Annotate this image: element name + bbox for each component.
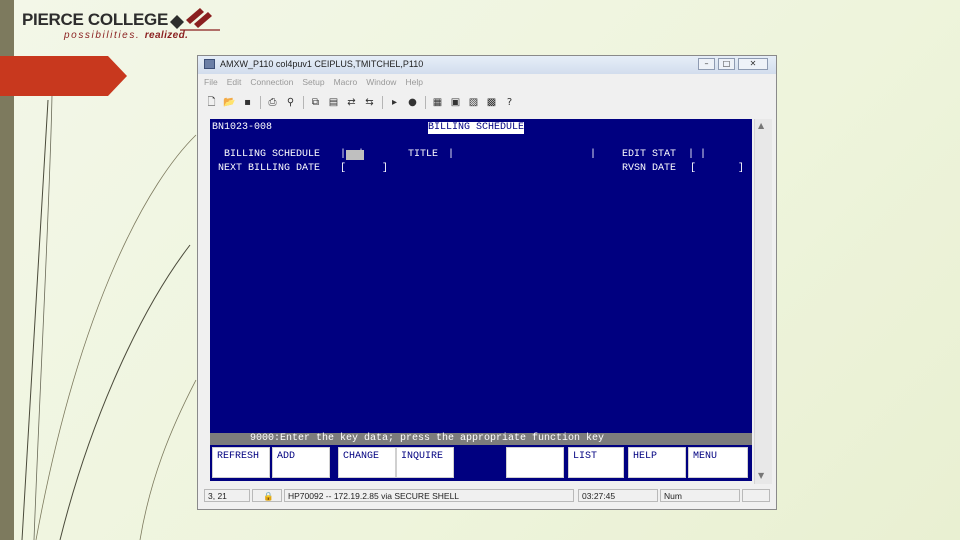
vertical-scrollbar[interactable]: ▲ ▼ (754, 119, 772, 484)
toolbar-separator (425, 95, 426, 109)
function-key-bar: REFRESH ADD CHANGE INQUIRE LIST HELP MEN… (210, 445, 752, 481)
menu-help[interactable]: Help (405, 77, 422, 90)
find-icon[interactable]: ⚲ (283, 96, 298, 109)
fkey-refresh[interactable]: REFRESH (212, 447, 270, 478)
app-icon (204, 59, 215, 69)
toolbar-separator (260, 95, 261, 109)
minimize-button[interactable]: – (698, 58, 715, 70)
next-billing-date-label: NEXT BILLING DATE (218, 163, 321, 174)
toolbar-separator (303, 95, 304, 109)
clock: 03:27:45 (578, 489, 658, 502)
fkey-inquire[interactable]: INQUIRE (396, 447, 454, 478)
logo-mark-icon (170, 8, 220, 31)
settings-icon[interactable]: ▩ (484, 96, 499, 109)
window-titlebar: AMXW_P110 col4puv1 CEIPLUS,TMITCHEL,P110… (198, 56, 776, 74)
fkey-add[interactable]: ADD (272, 447, 330, 478)
menu-bar: File Edit Connection Setup Macro Window … (204, 77, 432, 90)
connection-status: HP70092 -- 172.19.2.85 via SECURE SHELL (284, 489, 574, 502)
billing-schedule-field[interactable] (346, 150, 364, 160)
record-icon[interactable]: ● (405, 96, 420, 109)
new-icon[interactable]: 🗋 (204, 96, 219, 109)
toolbar: 🗋 📂 ▪ ⎙ ⚲ ⧉ ▤ ⇄ ⇆ ▸ ● ▦ ▣ ▧ ▩ ? (204, 93, 520, 111)
rvsn-date-label: RVSN DATE (622, 163, 677, 174)
paste-icon[interactable]: ▤ (326, 96, 341, 109)
edit-stat-field[interactable]: | | (688, 149, 706, 161)
status-bar: 3, 21 🔒 HP70092 -- 172.19.2.85 via SECUR… (204, 489, 770, 503)
fkey-blank[interactable] (506, 447, 564, 478)
maximize-button[interactable]: □ (718, 58, 735, 70)
lock-icon: 🔒 (252, 489, 282, 502)
close-button[interactable]: ✕ (738, 58, 768, 70)
window-title: AMXW_P110 col4puv1 CEIPLUS,TMITCHEL,P110 (220, 59, 424, 69)
billing-schedule-label: BILLING SCHEDULE (224, 149, 321, 160)
menu-setup[interactable]: Setup (302, 77, 324, 90)
menu-file[interactable]: File (204, 77, 218, 90)
pierce-college-logo: PIERCE COLLEGE possibilities. realized. (20, 8, 230, 48)
capture-icon[interactable]: ▧ (466, 96, 481, 109)
terminal-screen[interactable]: BN1023-008 BILLING SCHEDULE BILLING SCHE… (210, 119, 752, 435)
logo-name: PIERCE COLLEGE (22, 10, 168, 29)
help-icon[interactable]: ? (502, 96, 517, 109)
message-line: 9000:Enter the key data; press the appro… (210, 433, 752, 445)
title-field-close: | (590, 149, 597, 160)
menu-macro[interactable]: Macro (334, 77, 358, 90)
message-text: 9000:Enter the key data; press the appro… (250, 433, 605, 444)
copy-icon[interactable]: ⧉ (308, 96, 323, 109)
open-icon[interactable]: 📂 (222, 96, 237, 109)
print-icon[interactable]: ⎙ (265, 96, 280, 109)
fkey-list[interactable]: LIST (568, 447, 624, 478)
terminal-window: AMXW_P110 col4puv1 CEIPLUS,TMITCHEL,P110… (197, 55, 777, 510)
send-icon[interactable]: ⇄ (344, 96, 359, 109)
toolbar-separator (382, 95, 383, 109)
rvsn-date-field[interactable]: [ ] (690, 163, 744, 175)
num-lock-indicator: Num (660, 489, 740, 502)
scroll-up-icon[interactable]: ▲ (758, 121, 764, 130)
status-spacer (742, 489, 770, 502)
menu-window[interactable]: Window (366, 77, 396, 90)
save-icon[interactable]: ▪ (240, 96, 255, 109)
scroll-down-icon[interactable]: ▼ (758, 471, 764, 480)
fkey-menu[interactable]: MENU (688, 447, 748, 478)
play-icon[interactable]: ▸ (387, 96, 402, 109)
title-label: TITLE (408, 149, 439, 160)
screen-title: BILLING SCHEDULE (428, 122, 525, 134)
screen-icon[interactable]: ▣ (448, 96, 463, 109)
title-field-open: | (448, 149, 455, 160)
fkey-help[interactable]: HELP (628, 447, 686, 478)
fkey-change[interactable]: CHANGE (338, 447, 396, 478)
disconnect-icon[interactable]: ⇆ (362, 96, 377, 109)
menu-edit[interactable]: Edit (227, 77, 242, 90)
menu-connection[interactable]: Connection (250, 77, 293, 90)
screen-id: BN1023-008 (212, 122, 273, 133)
next-billing-date-field[interactable]: [ ] (340, 163, 388, 175)
keymap-icon[interactable]: ▦ (430, 96, 445, 109)
edit-stat-label: EDIT STAT (622, 149, 677, 160)
arrow-tab (0, 56, 127, 96)
cursor-position: 3, 21 (204, 489, 250, 502)
